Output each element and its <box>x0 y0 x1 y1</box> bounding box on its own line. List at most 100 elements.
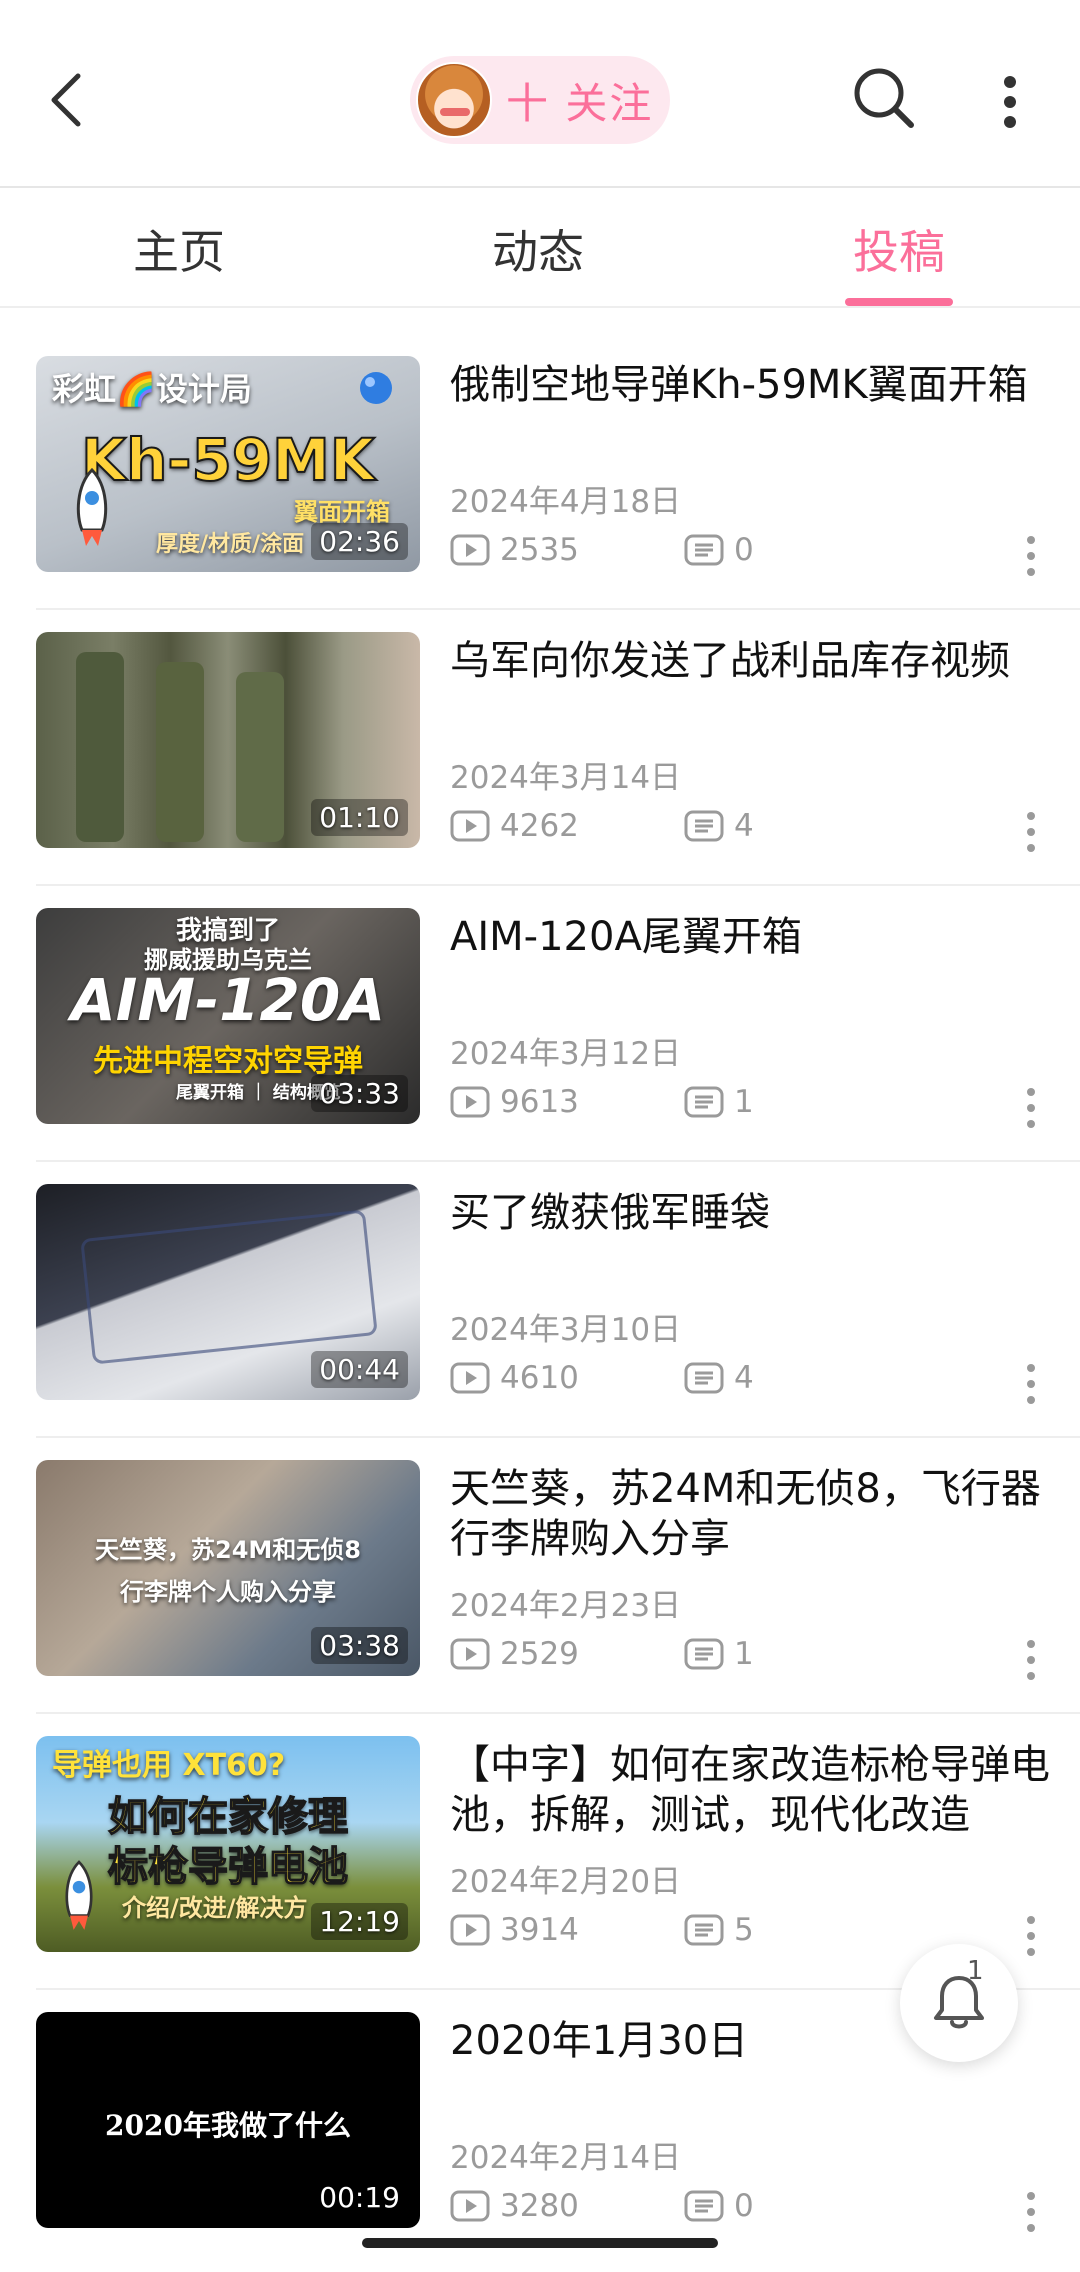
thumbnail-text: 导弹也用 XT60? <box>52 1748 286 1783</box>
video-title[interactable]: 【中字】如何在家改造标枪导弹电池，拆解，测试，现代化改造 <box>450 1740 1060 1840</box>
play-count-icon <box>450 1638 490 1670</box>
active-tab-indicator <box>845 298 953 306</box>
video-thumbnail[interactable]: 我搞到了 挪威援助乌克兰 AIM-120A 先进中程空对空导弹 尾翼开箱 ｜ 结… <box>36 908 420 1124</box>
comment-count-value: 1 <box>734 1636 754 1672</box>
video-thumbnail[interactable]: 导弹也用 XT60? 如何在家修理 标枪导弹电池 介绍/改进/解决方 12:19 <box>36 1736 420 1952</box>
view-count: 2529 <box>450 1636 579 1672</box>
play-count-icon <box>450 534 490 566</box>
follow-label: 十 关注 <box>506 78 654 128</box>
video-date: 2024年2月14日 <box>450 2140 682 2176</box>
video-title[interactable]: AIM-120A尾翼开箱 <box>450 912 1060 962</box>
play-count-icon <box>450 1362 490 1394</box>
search-button[interactable] <box>842 56 926 140</box>
thumbnail-text: 先进中程空对空导弹 <box>93 1044 363 1079</box>
video-thumbnail[interactable]: 00:44 <box>36 1184 420 1400</box>
launcher-tube <box>76 652 124 842</box>
video-date: 2024年2月23日 <box>450 1588 682 1624</box>
video-thumbnail[interactable]: 彩虹🌈设计局 Kh-59MK 翼面开箱 厚度/材质/涂面 02:36 <box>36 356 420 572</box>
video-date: 2024年3月12日 <box>450 1036 682 1072</box>
thumbnail-text: 翼面开箱 <box>294 498 390 526</box>
comment-count: 1 <box>684 1636 754 1672</box>
comment-count-value: 0 <box>734 532 754 568</box>
video-title[interactable]: 天竺葵，苏24M和无侦8，飞行器行李牌购入分享 <box>450 1464 1060 1564</box>
more-options-button[interactable] <box>985 62 1035 142</box>
search-icon <box>854 68 914 128</box>
item-more-icon[interactable] <box>1016 808 1046 856</box>
video-title[interactable]: 乌军向你发送了战利品库存视频 <box>450 636 1060 686</box>
item-more-icon[interactable] <box>1016 2188 1046 2236</box>
rocket-icon <box>65 1860 93 1930</box>
video-duration: 02:36 <box>311 523 408 560</box>
comment-list-icon <box>684 534 724 566</box>
comment-count-value: 4 <box>734 1360 754 1396</box>
item-more-icon[interactable] <box>1016 532 1046 580</box>
thumbnail-text: 介绍/改进/解决方 <box>122 1894 308 1922</box>
view-count-value: 4610 <box>500 1360 579 1396</box>
video-thumbnail[interactable]: 2020年我做了什么 00:19 <box>36 2012 420 2228</box>
video-title[interactable]: 俄制空地导弹Kh-59MK翼面开箱 <box>450 360 1060 410</box>
launcher-tube <box>156 662 204 842</box>
item-more-icon[interactable] <box>1016 1636 1046 1684</box>
video-date: 2024年4月18日 <box>450 484 682 520</box>
tab-uploads[interactable]: 投稿 <box>853 216 945 282</box>
more-vertical-icon <box>1004 76 1016 128</box>
video-thumbnail[interactable]: 01:10 <box>36 632 420 848</box>
play-count-icon <box>450 1086 490 1118</box>
avatar[interactable] <box>416 62 492 138</box>
list-item[interactable]: 天竺葵，苏24M和无侦8 行李牌个人购入分享 03:38 天竺葵，苏24M和无侦… <box>36 1438 1080 1714</box>
view-count: 3280 <box>450 2188 579 2224</box>
thumbnail-text: 彩虹🌈设计局 <box>52 370 252 408</box>
play-count-icon <box>450 2190 490 2222</box>
video-thumbnail[interactable]: 天竺葵，苏24M和无侦8 行李牌个人购入分享 03:38 <box>36 1460 420 1676</box>
view-count: 3914 <box>450 1912 579 1948</box>
back-button[interactable] <box>36 60 96 140</box>
view-count-value: 9613 <box>500 1084 579 1120</box>
video-duration: 00:19 <box>311 2179 408 2216</box>
list-item[interactable]: 00:44 买了缴获俄军睡袋 2024年3月10日 4610 4 <box>36 1162 1080 1438</box>
launcher-tube <box>236 672 284 842</box>
view-count-value: 2529 <box>500 1636 579 1672</box>
view-count-value: 4262 <box>500 808 579 844</box>
thumbnail-text: 2020年我做了什么 <box>105 2109 351 2142</box>
tab-dynamics[interactable]: 动态 <box>492 216 584 282</box>
video-date: 2024年3月10日 <box>450 1312 682 1348</box>
view-count: 4262 <box>450 808 579 844</box>
list-item[interactable]: 我搞到了 挪威援助乌克兰 AIM-120A 先进中程空对空导弹 尾翼开箱 ｜ 结… <box>36 886 1080 1162</box>
thumbnail-text: 厚度/材质/涂面 <box>156 532 305 557</box>
comment-list-icon <box>684 1638 724 1670</box>
top-bar: 十 关注 <box>0 0 1080 188</box>
notification-count: 1 <box>967 1956 984 1986</box>
list-item[interactable]: 01:10 乌军向你发送了战利品库存视频 2024年3月14日 4262 4 <box>36 610 1080 886</box>
comment-list-icon <box>684 1914 724 1946</box>
notification-button[interactable]: 1 <box>900 1944 1018 2062</box>
video-date: 2024年3月14日 <box>450 760 682 796</box>
tab-bar: 主页 动态 投稿 <box>0 188 1080 308</box>
list-item[interactable]: 彩虹🌈设计局 Kh-59MK 翼面开箱 厚度/材质/涂面 02:36 俄制空地导… <box>36 334 1080 610</box>
item-more-icon[interactable] <box>1016 1912 1046 1960</box>
comment-count-value: 1 <box>734 1084 754 1120</box>
video-title[interactable]: 买了缴获俄军睡袋 <box>450 1188 1060 1238</box>
view-count: 4610 <box>450 1360 579 1396</box>
comment-count-value: 5 <box>734 1912 754 1948</box>
follow-button[interactable]: 十 关注 <box>410 56 670 144</box>
comment-count: 0 <box>684 2188 754 2224</box>
comment-count: 5 <box>684 1912 754 1948</box>
balloon-icon <box>360 372 392 404</box>
video-duration: 03:33 <box>311 1075 408 1112</box>
video-duration: 00:44 <box>311 1351 408 1388</box>
view-count-value: 3914 <box>500 1912 579 1948</box>
tab-home[interactable]: 主页 <box>133 216 225 282</box>
comment-count: 4 <box>684 1360 754 1396</box>
comment-count: 1 <box>684 1084 754 1120</box>
comment-list-icon <box>684 1086 724 1118</box>
comment-count: 4 <box>684 808 754 844</box>
play-count-icon <box>450 1914 490 1946</box>
item-more-icon[interactable] <box>1016 1084 1046 1132</box>
home-indicator[interactable] <box>362 2238 718 2248</box>
item-more-icon[interactable] <box>1016 1360 1046 1408</box>
list-item[interactable]: 导弹也用 XT60? 如何在家修理 标枪导弹电池 介绍/改进/解决方 12:19… <box>36 1714 1080 1990</box>
thumbnail-text: AIM-120A <box>70 966 386 1034</box>
view-count-value: 3280 <box>500 2188 579 2224</box>
video-duration: 01:10 <box>311 799 408 836</box>
video-duration: 03:38 <box>311 1627 408 1664</box>
